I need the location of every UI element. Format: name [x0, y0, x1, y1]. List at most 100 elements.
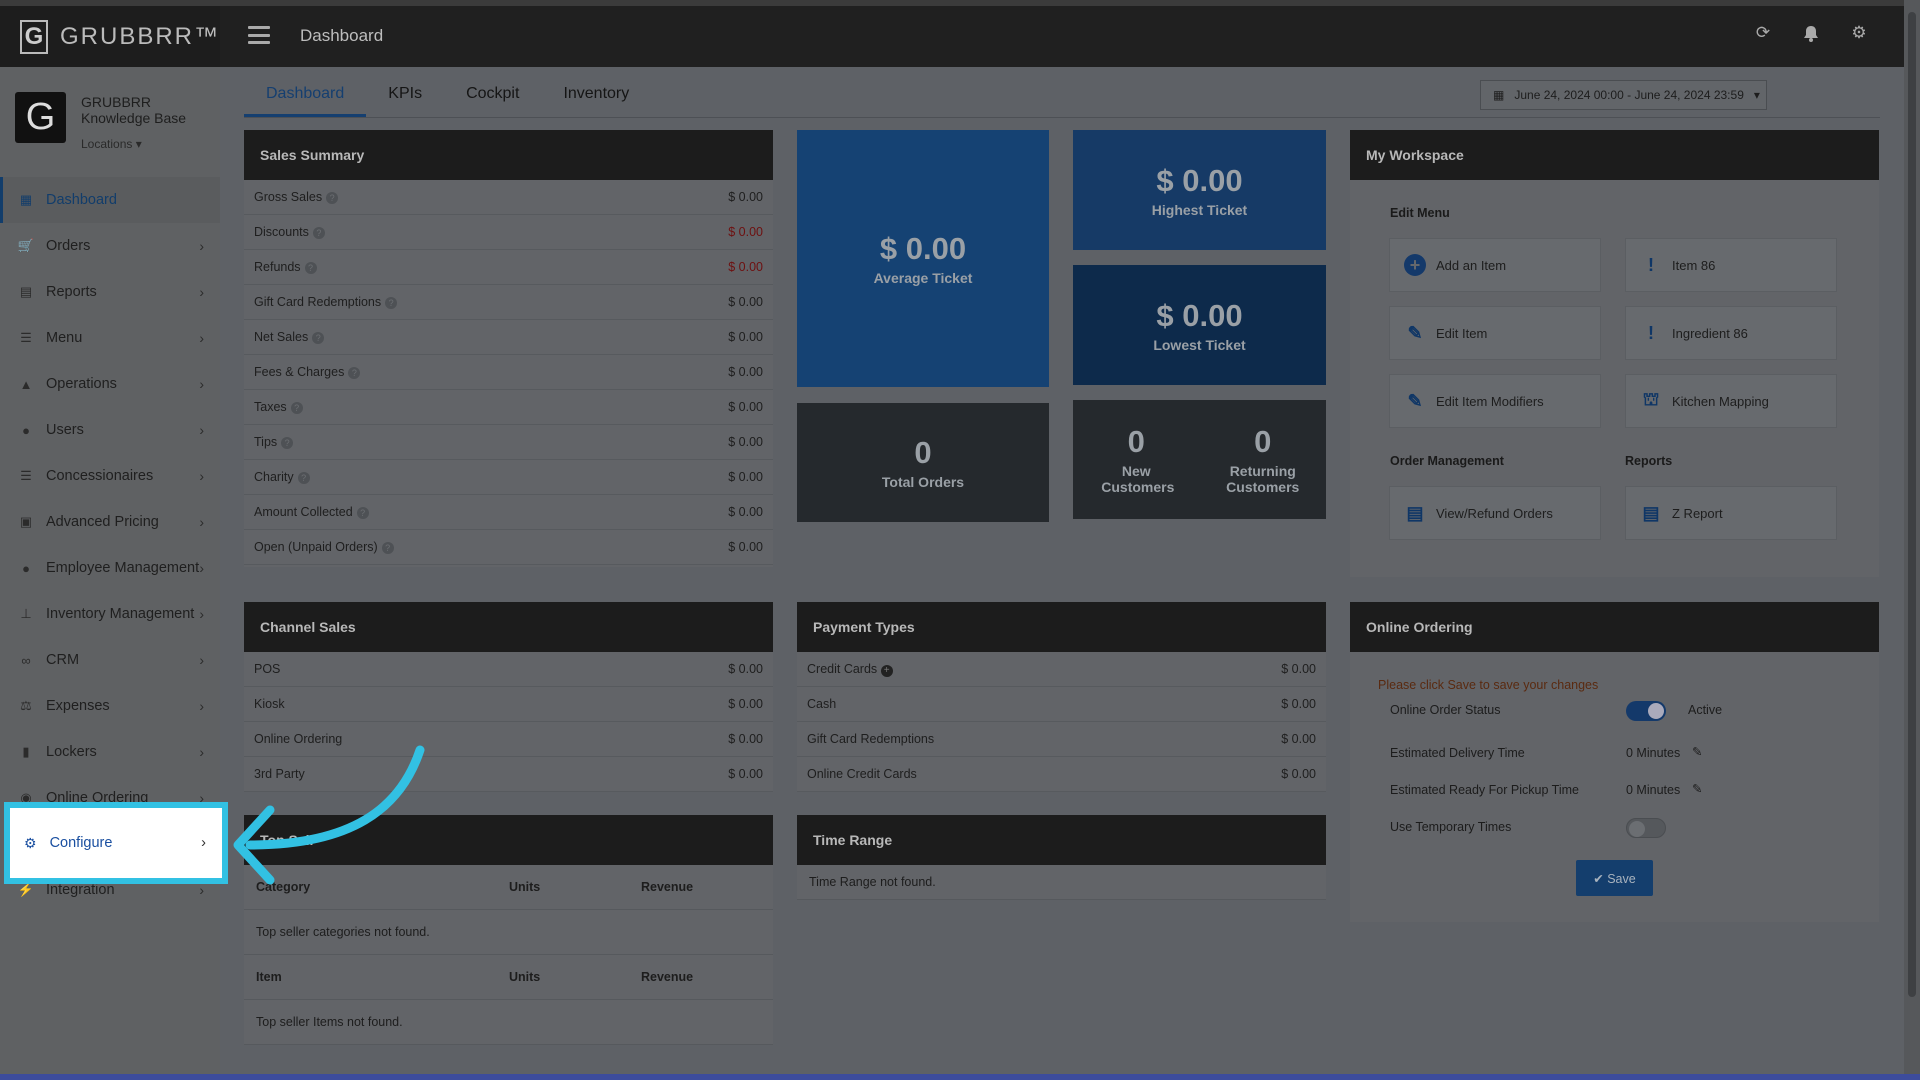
- item-86-button[interactable]: ! Item 86: [1625, 238, 1837, 292]
- sidebar-item-label: Reports: [46, 284, 97, 300]
- sidebar-item-operations[interactable]: ▲ Operations ›: [0, 361, 220, 407]
- add-item-button[interactable]: + Add an Item: [1389, 238, 1601, 292]
- reports-label: Reports: [1625, 454, 1673, 468]
- ingredient-86-button[interactable]: ! Ingredient 86: [1625, 306, 1837, 360]
- plus-circle-icon: +: [1404, 254, 1426, 276]
- summary-row: Taxes? $ 0.00: [244, 390, 773, 425]
- sidebar-item-concessionaires[interactable]: ☰ Concessionaires ›: [0, 453, 220, 499]
- online-order-status-toggle[interactable]: [1626, 701, 1666, 721]
- tab-dashboard[interactable]: Dashboard: [244, 80, 367, 117]
- sidebar-item-label: Concessionaires: [46, 468, 154, 484]
- help-icon: ?: [304, 262, 317, 274]
- temporary-times-toggle[interactable]: [1626, 818, 1666, 838]
- sidebar-item-label: Menu: [46, 330, 83, 346]
- pencil-icon[interactable]: ✎: [1692, 744, 1702, 759]
- refresh-icon[interactable]: ⟳: [1752, 22, 1774, 44]
- chevron-right-icon: ›: [199, 698, 204, 714]
- cart-icon: 🛒: [17, 238, 35, 253]
- time-range-panel: Time Range Time Range not found.: [797, 815, 1326, 900]
- chevron-right-icon: ›: [199, 606, 204, 622]
- sidebar-item-label: Advanced Pricing: [46, 514, 159, 530]
- chevron-right-icon: ›: [199, 330, 204, 346]
- sidebar-item-reports[interactable]: ▤ Reports ›: [0, 269, 220, 315]
- sidebar-item-label: Inventory Management: [46, 606, 195, 622]
- stat-label: Lowest Ticket: [1153, 336, 1246, 353]
- edit-item-button[interactable]: ✎ Edit Item: [1389, 306, 1601, 360]
- stat-value: 0: [1127, 424, 1145, 459]
- pickup-time-value: 0 Minutes: [1626, 783, 1681, 797]
- sales-summary-panel: Sales Summary Gross Sales? $ 0.00 Discoun…: [244, 130, 773, 567]
- configure-highlight: ⚙ Configure ›: [4, 802, 228, 884]
- chevron-right-icon: ›: [199, 376, 204, 392]
- kitchen-mapping-button[interactable]: ⛫ Kitchen Mapping: [1625, 374, 1837, 428]
- brand[interactable]: G GRUBBRR™: [0, 6, 220, 67]
- sidebar-item-advanced-pricing[interactable]: ▣ Advanced Pricing ›: [0, 499, 220, 545]
- sidebar-item-configure[interactable]: ⚙ Configure ›: [10, 808, 222, 878]
- document-icon: ▤: [1406, 502, 1424, 523]
- report-icon: ▤: [19, 284, 33, 299]
- org-name-line1: GRUBBRR: [81, 94, 152, 110]
- edit-item-modifiers-button[interactable]: ✎ Edit Item Modifiers: [1389, 374, 1601, 428]
- help-icon: ?: [326, 192, 339, 204]
- tab-inventory[interactable]: Inventory: [541, 80, 651, 117]
- total-orders-tile: 0 Total Orders: [797, 403, 1049, 522]
- payment-row: Gift Card Redemptions $ 0.00: [797, 722, 1326, 757]
- exclamation-icon: !: [1648, 254, 1654, 275]
- caret-down-icon: ▾: [1753, 88, 1760, 102]
- chevron-right-icon: ›: [199, 238, 204, 254]
- view-refund-orders-button[interactable]: ▤ View/Refund Orders: [1389, 486, 1601, 540]
- sidebar-item-lockers[interactable]: ▮ Lockers ›: [0, 729, 220, 775]
- scrollbar-thumb[interactable]: [1908, 12, 1916, 997]
- pencil-icon: ✎: [1407, 390, 1423, 411]
- pencil-icon[interactable]: ✎: [1692, 781, 1702, 796]
- sidebar-item-inventory-management[interactable]: ⊥ Inventory Management ›: [0, 591, 220, 637]
- plus-circle-icon[interactable]: +: [880, 664, 893, 677]
- sidebar-item-menu[interactable]: ☰ Menu ›: [0, 315, 220, 361]
- online-ordering-panel: Online Ordering Please click Save to sav…: [1350, 602, 1879, 922]
- stat-label: Total Orders: [881, 474, 965, 490]
- org-name-line2: Knowledge Base: [81, 110, 187, 126]
- window-bottom-strip: [0, 1074, 1920, 1080]
- help-icon: ?: [356, 507, 369, 519]
- locations-dropdown[interactable]: Locations ▾: [81, 136, 186, 152]
- sidebar-item-orders[interactable]: 🛒 Orders ›: [0, 223, 220, 269]
- sidebar-item-users[interactable]: ● Users ›: [0, 407, 220, 453]
- stat-label: Highest Ticket: [1151, 201, 1248, 218]
- payment-types-panel: Payment Types Credit Cards + $ 0.00 Cash $…: [797, 602, 1326, 792]
- calendar-icon: ▦: [1493, 88, 1505, 102]
- sidebar-item-dashboard[interactable]: ▦ Dashboard: [0, 177, 220, 223]
- list-icon: ☰: [20, 330, 32, 345]
- link-icon: ∞: [21, 652, 31, 668]
- sidebar-item-expenses[interactable]: ⚖ Expenses ›: [0, 683, 220, 729]
- stat-value: $ 0.00: [1156, 162, 1243, 198]
- save-notice: Please click Save to save your changes: [1378, 678, 1599, 692]
- pickup-time-label: Estimated Ready For Pickup Time: [1390, 783, 1579, 797]
- sidebar-item-crm[interactable]: ∞ CRM ›: [0, 637, 220, 683]
- payment-row: Credit Cards + $ 0.00: [797, 652, 1326, 687]
- page-scrollbar[interactable]: [1904, 0, 1920, 1080]
- average-ticket-tile: $ 0.00 Average Ticket: [797, 130, 1049, 387]
- gear-icon[interactable]: ⚙: [1848, 22, 1870, 44]
- save-button[interactable]: ✔ Save: [1576, 860, 1653, 896]
- z-report-button[interactable]: ▤ Z Report: [1625, 486, 1837, 540]
- bell-icon[interactable]: [1800, 22, 1822, 44]
- help-icon: ?: [281, 437, 294, 449]
- list-icon: ☰: [20, 468, 32, 483]
- online-order-status-label: Online Order Status: [1390, 703, 1501, 717]
- date-range-picker[interactable]: ▦ June 24, 2024 00:00 - June 24, 2024 23…: [1480, 80, 1767, 110]
- item-empty-note: Top seller Items not found.: [244, 1000, 773, 1045]
- channel-row: POS $ 0.00: [244, 652, 773, 687]
- flask-icon: ▲: [19, 376, 33, 392]
- help-icon: ?: [290, 402, 303, 414]
- profile-block: G GRUBBRR Knowledge Base Locations ▾: [15, 92, 186, 152]
- dashboard-icon: ▦: [19, 192, 33, 207]
- summary-row: Amount Collected? $ 0.00: [244, 495, 773, 530]
- hamburger-menu-icon[interactable]: [248, 26, 270, 44]
- sidebar-item-label: Expenses: [46, 698, 110, 714]
- gear-icon: ⚙: [24, 834, 37, 851]
- highest-ticket-tile: $ 0.00 Highest Ticket: [1073, 130, 1326, 250]
- chevron-right-icon: ›: [199, 514, 204, 530]
- tab-cockpit[interactable]: Cockpit: [444, 80, 541, 117]
- tab-kpis[interactable]: KPIs: [366, 80, 444, 117]
- sidebar-item-employee-management[interactable]: ● Employee Management ›: [0, 545, 220, 591]
